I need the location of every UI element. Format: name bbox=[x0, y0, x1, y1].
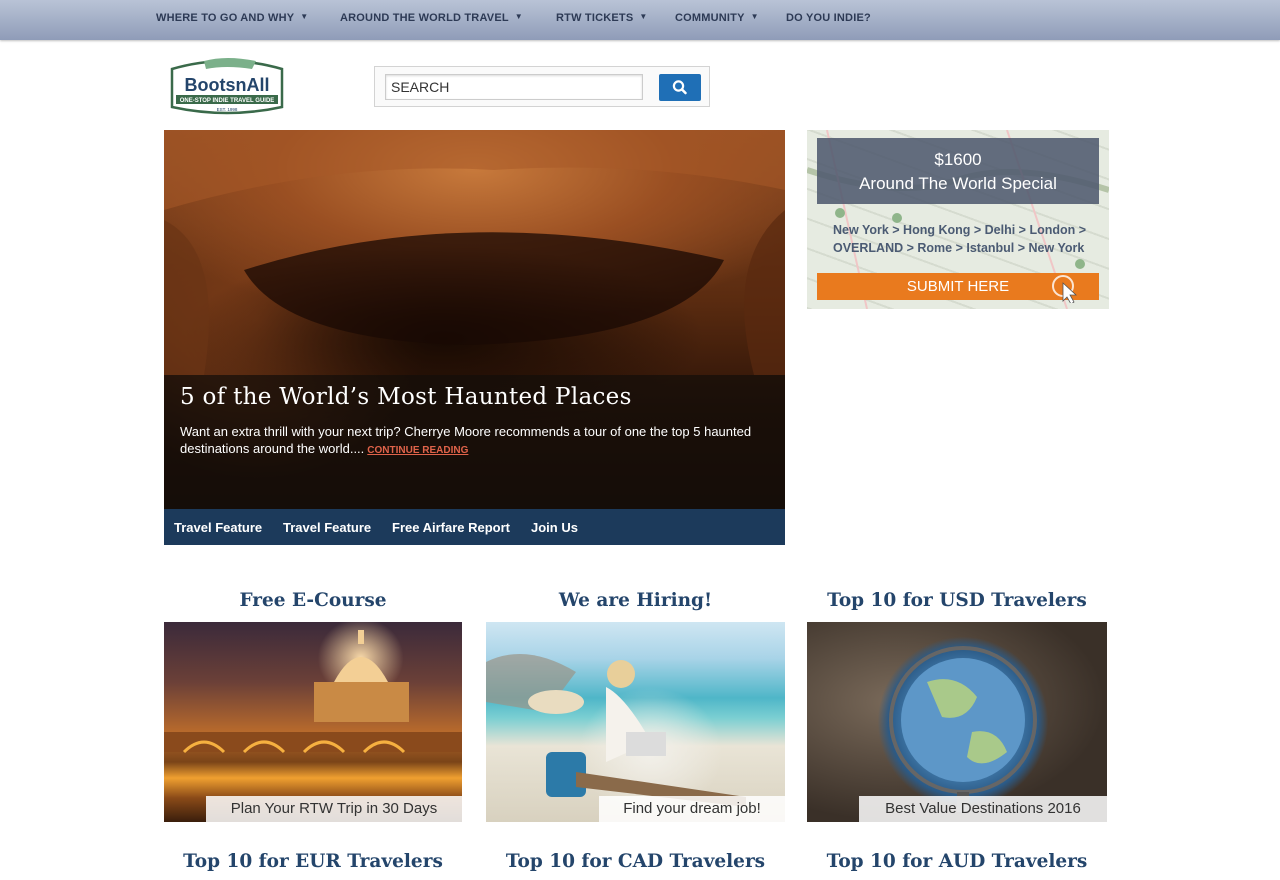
nav-rtw-tickets[interactable]: RTW TICKETS ▼ bbox=[556, 12, 647, 24]
nav-community[interactable]: COMMUNITY ▼ bbox=[675, 12, 759, 24]
card-title-cad[interactable]: Top 10 for CAD Travelers bbox=[486, 851, 785, 872]
card-title-free-ecourse[interactable]: Free E-Course bbox=[164, 590, 462, 611]
hero-title[interactable]: 5 of the World’s Most Haunted Places bbox=[180, 384, 632, 410]
globe-illustration bbox=[889, 646, 1037, 812]
nav-label: WHERE TO GO AND WHY bbox=[156, 12, 295, 24]
logo-est: EST. 1998 bbox=[217, 107, 238, 112]
nav-do-you-indie[interactable]: DO YOU INDIE? bbox=[786, 12, 871, 24]
top-navigation: WHERE TO GO AND WHY ▼ AROUND THE WORLD TR… bbox=[0, 0, 1280, 40]
nav-label: RTW TICKETS bbox=[556, 12, 634, 24]
ad-route-line-1: New York > Hong Kong > Delhi > London > bbox=[833, 223, 1087, 237]
continue-reading-link[interactable]: CONTINUE READING bbox=[367, 445, 468, 456]
tab-free-airfare-report[interactable]: Free Airfare Report bbox=[392, 520, 510, 535]
search-box bbox=[374, 66, 710, 107]
card-image-globe[interactable]: Best Value Destinations 2016 bbox=[807, 622, 1107, 822]
hero-feature-image[interactable]: 5 of the World’s Most Haunted Places Wan… bbox=[164, 130, 785, 509]
card-title-hiring[interactable]: We are Hiring! bbox=[486, 590, 785, 611]
card-image-rome[interactable]: Plan Your RTW Trip in 30 Days bbox=[164, 622, 462, 822]
ad-route-line-2: OVERLAND > Rome > Istanbul > New York bbox=[833, 241, 1085, 255]
card-title-usd[interactable]: Top 10 for USD Travelers bbox=[807, 590, 1107, 611]
nav-label: DO YOU INDIE? bbox=[786, 12, 871, 24]
logo-tagline: ONE-STOP INDIE TRAVEL GUIDE bbox=[180, 98, 275, 104]
logo-name: BootsnAll bbox=[185, 75, 270, 95]
cave-illustration bbox=[164, 130, 785, 375]
card-caption: Plan Your RTW Trip in 30 Days bbox=[206, 796, 462, 822]
tab-travel-feature-2[interactable]: Travel Feature bbox=[283, 520, 371, 535]
card-caption: Best Value Destinations 2016 bbox=[859, 796, 1107, 822]
caret-down-icon: ▼ bbox=[750, 12, 759, 21]
search-icon bbox=[672, 80, 687, 95]
nav-label: COMMUNITY bbox=[675, 12, 745, 24]
caret-down-icon: ▼ bbox=[514, 12, 523, 21]
nav-label: AROUND THE WORLD TRAVEL bbox=[340, 12, 509, 24]
caret-down-icon: ▼ bbox=[300, 12, 309, 21]
cursor-click-icon bbox=[1052, 275, 1078, 303]
tab-travel-feature-1[interactable]: Travel Feature bbox=[174, 520, 262, 535]
ad-price: $1600 bbox=[934, 150, 982, 169]
caret-down-icon: ▼ bbox=[639, 12, 648, 21]
card-image-beach[interactable]: Find your dream job! bbox=[486, 622, 785, 822]
ad-special-title: Around The World Special bbox=[859, 174, 1057, 193]
ad-header-band bbox=[817, 138, 1099, 204]
hero-summary: Want an extra thrill with your next trip… bbox=[180, 423, 760, 459]
rome-illustration bbox=[164, 630, 462, 754]
card-title-eur[interactable]: Top 10 for EUR Travelers bbox=[164, 851, 462, 872]
hero-tabs: Travel Feature Travel Feature Free Airfa… bbox=[164, 509, 785, 545]
nav-around-the-world[interactable]: AROUND THE WORLD TRAVEL ▼ bbox=[340, 12, 523, 24]
card-title-aud[interactable]: Top 10 for AUD Travelers bbox=[807, 851, 1107, 872]
nav-where-to-go[interactable]: WHERE TO GO AND WHY ▼ bbox=[156, 12, 308, 24]
bootsnall-logo[interactable]: BootsnAll ONE-STOP INDIE TRAVEL GUIDE ES… bbox=[166, 55, 288, 117]
rtw-special-ad[interactable]: $1600 Around The World Special New York … bbox=[807, 130, 1109, 309]
logo-graphic: BootsnAll ONE-STOP INDIE TRAVEL GUIDE ES… bbox=[170, 58, 284, 115]
tab-join-us[interactable]: Join Us bbox=[531, 520, 578, 535]
search-button[interactable] bbox=[659, 74, 701, 101]
beach-illustration bbox=[486, 654, 746, 807]
search-input[interactable] bbox=[385, 74, 643, 100]
ad-submit-button[interactable]: SUBMIT HERE bbox=[817, 273, 1099, 303]
card-caption: Find your dream job! bbox=[599, 796, 785, 822]
